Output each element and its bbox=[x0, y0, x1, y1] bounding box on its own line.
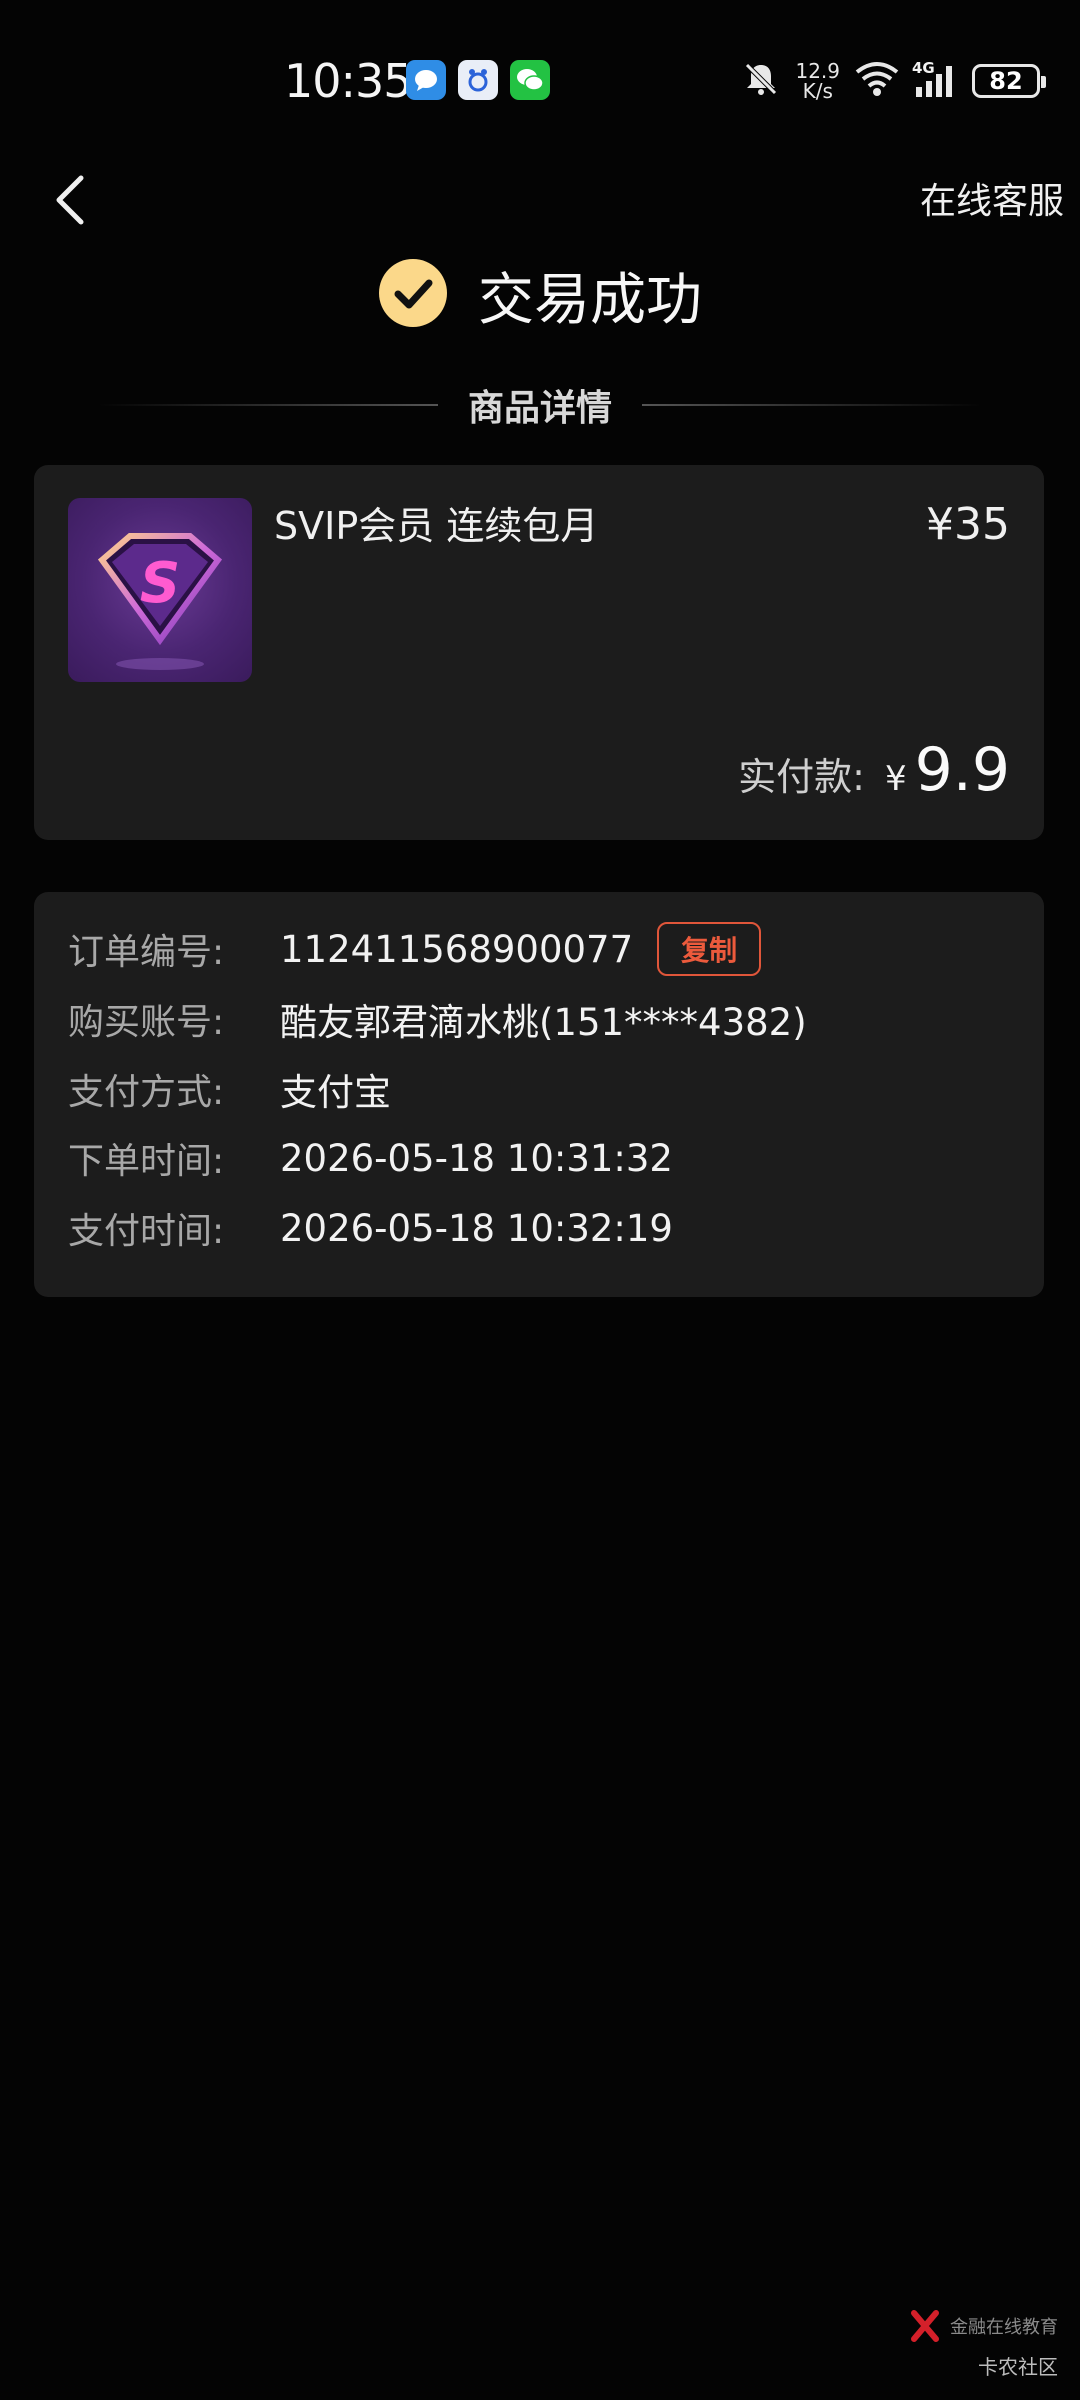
section-header: 商品详情 bbox=[0, 380, 1080, 430]
status-right: 12.9 K/s 4G 82 bbox=[741, 56, 1046, 106]
watermark-site: 卡农社区 bbox=[978, 2355, 1058, 2379]
paid-amount: 9.9 bbox=[914, 735, 1010, 805]
payment-time: 2026-05-18 10:32:19 bbox=[280, 1206, 673, 1250]
payment-method-row: 支付方式: 支付宝 bbox=[68, 1062, 391, 1116]
section-title: 商品详情 bbox=[467, 388, 612, 429]
order-time: 2026-05-18 10:31:32 bbox=[280, 1136, 673, 1180]
svg-text:S: S bbox=[140, 551, 180, 616]
watermark-text: 金融在线教育 bbox=[950, 2317, 1058, 2338]
paid-label: 实付款: bbox=[738, 755, 865, 799]
messages-icon bbox=[406, 60, 446, 100]
battery-indicator: 82 bbox=[972, 64, 1046, 98]
product-thumbnail: S bbox=[68, 498, 252, 682]
account-row: 购买账号: 酷友郭君滴水桃(151****4382) bbox=[68, 992, 807, 1046]
account-value: 酷友郭君滴水桃(151****4382) bbox=[280, 1001, 807, 1044]
svip-diamond-icon: S bbox=[97, 533, 223, 670]
net-speed: 12.9 K/s bbox=[795, 59, 840, 103]
product-name: SVIP会员 连续包月 bbox=[274, 504, 599, 548]
check-circle-icon bbox=[378, 258, 448, 332]
status-time: 10:35 bbox=[284, 54, 413, 108]
watermark: 金融在线教育 卡农社区 bbox=[910, 2309, 1058, 2380]
chevron-left-icon bbox=[56, 175, 84, 225]
info-label: 订单编号: bbox=[68, 932, 225, 973]
baidu-icon bbox=[458, 60, 498, 100]
result-header: 交易成功 bbox=[0, 255, 1080, 335]
paid-amount-row: 实付款: ¥ 9.9 bbox=[738, 735, 1010, 805]
back-button[interactable] bbox=[40, 165, 100, 235]
payment-method: 支付宝 bbox=[280, 1071, 391, 1114]
wifi-icon bbox=[854, 60, 900, 102]
product-price: ¥35 bbox=[926, 499, 1010, 550]
order-number-row: 订单编号: 112411568900077 复制 bbox=[68, 922, 762, 976]
customer-service-link[interactable]: 在线客服 bbox=[920, 172, 1064, 224]
divider bbox=[97, 404, 438, 406]
paid-currency: ¥ bbox=[884, 759, 907, 799]
signal-icon: 4G bbox=[912, 59, 958, 99]
status-bar: 10:35 12.9 K/s 4G 82 bbox=[0, 40, 1080, 120]
order-number: 112411568900077 bbox=[280, 927, 634, 971]
product-card: S SVIP会员 连续包月 ¥35 实付款: ¥ 9.9 bbox=[34, 465, 1044, 840]
copy-button[interactable]: 复制 bbox=[657, 922, 762, 976]
info-label: 支付方式: bbox=[68, 1072, 225, 1113]
payment-time-row: 支付时间: 2026-05-18 10:32:19 bbox=[68, 1202, 673, 1254]
order-info-card: 订单编号: 112411568900077 复制 购买账号: 酷友郭君滴水桃(1… bbox=[34, 892, 1044, 1297]
mute-bell-icon bbox=[741, 59, 781, 103]
page: 10:35 12.9 K/s 4G 82 在线客服 交易成功 商品详情 S SV… bbox=[0, 0, 1080, 2400]
order-time-row: 下单时间: 2026-05-18 10:31:32 bbox=[68, 1132, 673, 1184]
info-label: 购买账号: bbox=[68, 1002, 225, 1043]
result-title: 交易成功 bbox=[478, 267, 702, 333]
watermark-logo-icon bbox=[911, 2310, 939, 2342]
info-label: 下单时间: bbox=[68, 1141, 225, 1182]
info-label: 支付时间: bbox=[68, 1211, 225, 1252]
wechat-icon bbox=[510, 60, 550, 100]
divider bbox=[642, 404, 982, 406]
